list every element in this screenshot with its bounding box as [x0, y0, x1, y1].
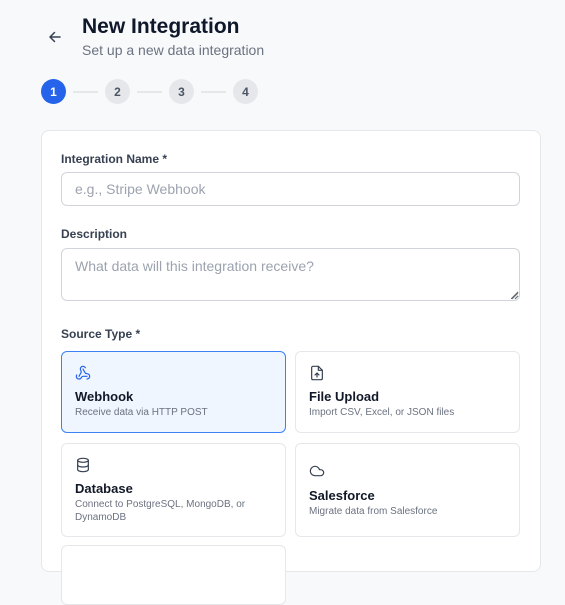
page-subtitle: Set up a new data integration: [82, 42, 265, 58]
database-icon: [77, 457, 89, 473]
source-option-description: Import CSV, Excel, or JSON files: [309, 407, 455, 418]
source-option-description: Migrate data from Salesforce: [309, 506, 438, 517]
step-2: 2: [105, 79, 130, 104]
step-connector: [73, 90, 98, 93]
integration-name-label: Integration Name *: [61, 152, 168, 166]
source-option-file-upload[interactable]: File Upload Import CSV, Excel, or JSON f…: [295, 351, 520, 433]
back-button[interactable]: [40, 22, 70, 52]
step-4: 4: [233, 79, 258, 104]
integration-form-card: Integration Name * Description Source Ty…: [41, 130, 541, 605]
description-label: Description: [61, 227, 128, 241]
source-option-title: Salesforce: [309, 488, 375, 503]
source-option-database[interactable]: Database Connect to PostgreSQL, MongoDB,…: [61, 443, 286, 537]
header-titles: New Integration Set up a new data integr…: [82, 14, 264, 59]
source-option-description: Receive data via HTTP POST: [75, 407, 208, 418]
page-header: New Integration Set up a new data integr…: [40, 14, 264, 59]
source-type-label: Source Type *: [61, 327, 141, 341]
webhook-icon: [75, 365, 91, 380]
source-option-description: Connect to PostgreSQL, MongoDB, or Dynam…: [75, 499, 246, 523]
page-title: New Integration: [82, 15, 240, 38]
step-3: 3: [169, 79, 194, 104]
step-connector: [137, 90, 162, 93]
step-connector: [201, 90, 226, 93]
arrow-left-icon: [49, 31, 61, 43]
source-option-more[interactable]: [61, 545, 286, 605]
source-option-title: Webhook: [75, 389, 134, 404]
file-upload-icon: [311, 365, 323, 381]
description-textarea[interactable]: [61, 248, 520, 301]
source-option-title: Database: [75, 481, 133, 496]
source-option-title: File Upload: [309, 389, 380, 404]
source-option-webhook[interactable]: Webhook Receive data via HTTP POST: [61, 351, 286, 433]
stepper: 1 2 3 4: [41, 79, 258, 104]
source-option-salesforce[interactable]: Salesforce Migrate data from Salesforce: [295, 443, 520, 537]
step-1: 1: [41, 79, 66, 104]
integration-name-input[interactable]: [61, 172, 520, 206]
cloud-icon: [309, 465, 325, 477]
